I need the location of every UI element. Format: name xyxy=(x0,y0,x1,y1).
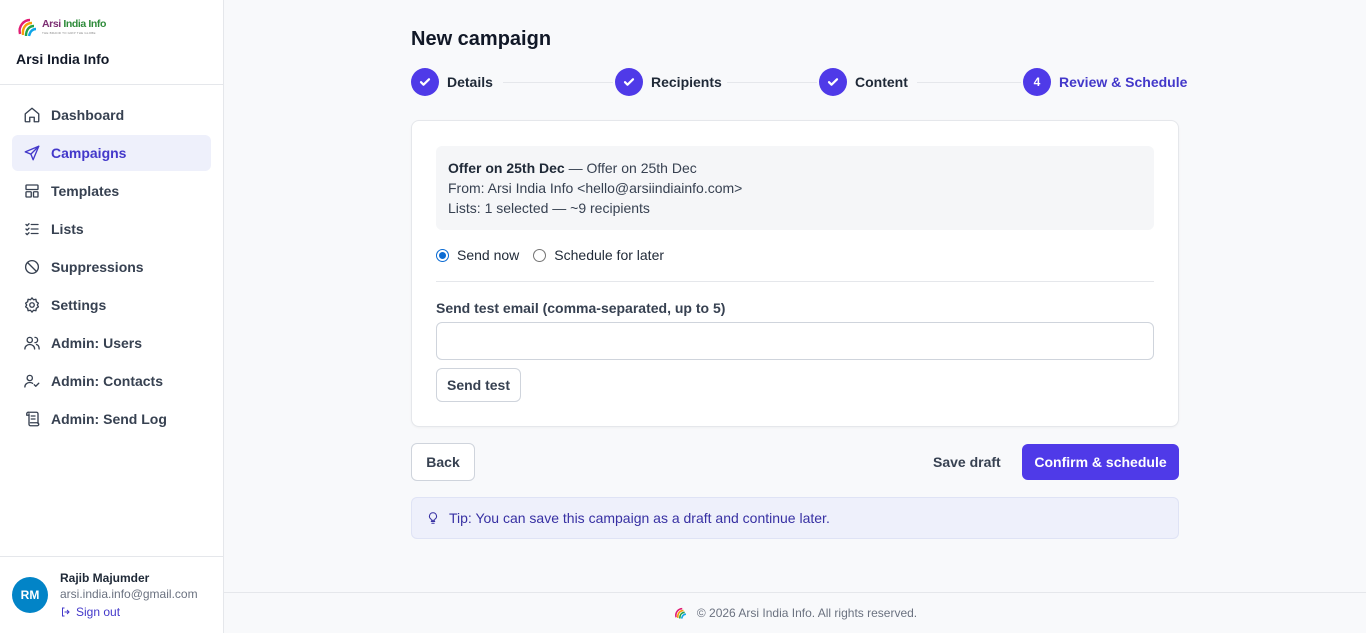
main-area: New campaign Details Recipients Content … xyxy=(224,0,1366,633)
footer-copyright: © 2026 Arsi India Info. All rights reser… xyxy=(696,606,918,620)
step-connector xyxy=(727,82,817,83)
step-recipients[interactable]: Recipients xyxy=(615,68,722,96)
logo-tagline: THE BRAND TO GRIP THE GLOBE xyxy=(42,30,96,35)
step-label: Review & Schedule xyxy=(1059,74,1188,90)
check-icon xyxy=(419,78,431,86)
send-icon xyxy=(23,144,41,162)
sidebar-item-label: Dashboard xyxy=(51,107,125,123)
sidebar-item-label: Campaigns xyxy=(51,145,127,161)
sidebar-item-label: Suppressions xyxy=(51,259,144,275)
avatar: RM xyxy=(12,577,48,613)
step-connector xyxy=(503,82,613,83)
step-complete-check xyxy=(819,68,847,96)
sidebar-item-dashboard[interactable]: Dashboard xyxy=(12,97,211,133)
step-label: Details xyxy=(447,74,493,90)
tip-banner: Tip: You can save this campaign as a dra… xyxy=(411,497,1179,539)
divider xyxy=(436,281,1154,282)
sidebar-item-admin-send-log[interactable]: Admin: Send Log xyxy=(12,401,211,437)
gear-icon xyxy=(23,296,41,314)
campaign-name: Offer on 25th Dec xyxy=(448,160,565,176)
summary-title-line: Offer on 25th Dec — Offer on 25th Dec xyxy=(448,160,697,176)
send-now-radio[interactable]: Send now xyxy=(436,247,519,263)
sidebar-item-label: Admin: Contacts xyxy=(51,373,163,389)
user-panel: RM Rajib Majumder arsi.india.info@gmail.… xyxy=(0,556,223,633)
sidebar-item-suppressions[interactable]: Suppressions xyxy=(12,249,211,285)
footer: © 2026 Arsi India Info. All rights reser… xyxy=(224,592,1366,633)
user-check-icon xyxy=(23,372,41,390)
test-email-input[interactable] xyxy=(436,322,1154,360)
page-title: New campaign xyxy=(411,28,552,50)
sidebar-item-label: Admin: Send Log xyxy=(51,411,167,427)
sidebar-nav: Dashboard Campaigns Templates Lists Supp… xyxy=(0,85,223,437)
footer-logo-icon xyxy=(674,607,686,619)
sidebar-item-label: Settings xyxy=(51,297,107,313)
sign-out-icon xyxy=(62,607,70,617)
step-connector xyxy=(917,82,1021,83)
list-checks-icon xyxy=(23,220,41,238)
step-complete-check xyxy=(615,68,643,96)
brand-title: Arsi India Info xyxy=(16,51,110,67)
tip-text: Tip: You can save this campaign as a dra… xyxy=(449,510,830,526)
stepper: Details Recipients Content 4 Review & Sc… xyxy=(411,68,1187,96)
test-email-label: Send test email (comma-separated, up to … xyxy=(436,300,726,316)
step-review-schedule[interactable]: 4 Review & Schedule xyxy=(1023,68,1187,96)
summary-from: From: Arsi India Info <hello@arsiindiain… xyxy=(448,180,743,196)
sidebar-item-admin-contacts[interactable]: Admin: Contacts xyxy=(12,363,211,399)
home-icon xyxy=(23,106,41,124)
layout-icon xyxy=(23,182,41,200)
step-content[interactable]: Content xyxy=(819,68,908,96)
brand-logo[interactable]: Arsi India Info THE BRAND TO GRIP THE GL… xyxy=(16,14,207,40)
schedule-options: Send now Schedule for later xyxy=(436,247,678,263)
sidebar-item-label: Lists xyxy=(51,221,84,237)
logo-mark-icon xyxy=(18,18,37,37)
brand-header: Arsi India Info THE BRAND TO GRIP THE GL… xyxy=(0,0,223,85)
sidebar-item-lists[interactable]: Lists xyxy=(12,211,211,247)
send-test-button[interactable]: Send test xyxy=(436,368,521,402)
confirm-schedule-button[interactable]: Confirm & schedule xyxy=(1022,444,1179,480)
radio-unchecked[interactable] xyxy=(533,248,547,262)
sidebar: Arsi India Info THE BRAND TO GRIP THE GL… xyxy=(0,0,224,633)
review-card: Offer on 25th Dec — Offer on 25th Dec Fr… xyxy=(411,120,1179,427)
user-name: Rajib Majumder xyxy=(60,571,150,585)
campaign-subject: Offer on 25th Dec xyxy=(586,160,697,176)
ban-icon xyxy=(23,258,41,276)
step-details[interactable]: Details xyxy=(411,68,493,96)
lightbulb-icon xyxy=(428,512,438,524)
back-button[interactable]: Back xyxy=(411,443,475,481)
step-number: 4 xyxy=(1023,68,1051,96)
schedule-later-radio[interactable]: Schedule for later xyxy=(533,247,664,263)
check-icon xyxy=(623,78,635,86)
check-icon xyxy=(827,78,839,86)
step-complete-check xyxy=(411,68,439,96)
sidebar-item-label: Admin: Users xyxy=(51,335,143,351)
save-draft-button[interactable]: Save draft xyxy=(933,454,1001,470)
sign-out-link[interactable]: Sign out xyxy=(60,605,198,619)
radio-checked[interactable] xyxy=(436,248,449,262)
sidebar-item-label: Templates xyxy=(51,183,120,199)
sidebar-item-templates[interactable]: Templates xyxy=(12,173,211,209)
step-label: Content xyxy=(855,74,908,90)
sidebar-item-settings[interactable]: Settings xyxy=(12,287,211,323)
scroll-icon xyxy=(23,410,41,428)
logo-wordmark: Arsi India Info xyxy=(42,18,107,31)
campaign-summary: Offer on 25th Dec — Offer on 25th Dec Fr… xyxy=(436,146,1154,230)
sidebar-item-campaigns[interactable]: Campaigns xyxy=(12,135,211,171)
user-email: arsi.india.info@gmail.com xyxy=(60,587,198,601)
users-icon xyxy=(23,334,41,352)
sidebar-item-admin-users[interactable]: Admin: Users xyxy=(12,325,211,361)
step-label: Recipients xyxy=(651,74,722,90)
summary-lists: Lists: 1 selected — ~9 recipients xyxy=(448,200,650,216)
